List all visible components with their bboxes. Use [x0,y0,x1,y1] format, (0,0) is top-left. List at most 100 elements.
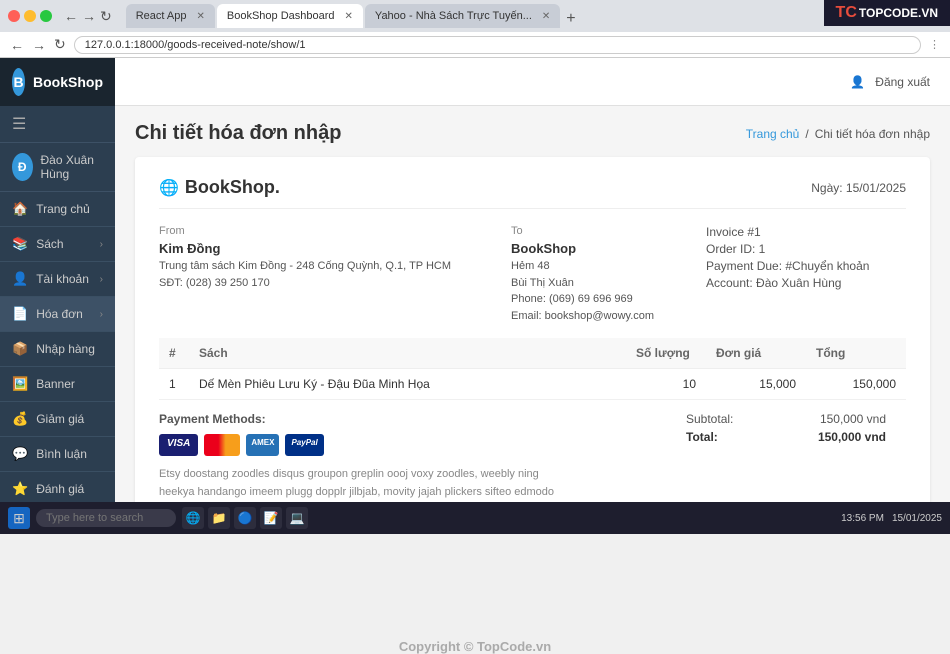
topcode-logo: TC TOPCODE.VN [824,0,950,26]
comment-icon: 💬 [12,446,28,462]
brand-name: BookShop. [185,177,280,198]
row-total: 150,000 [806,369,906,400]
paypal-card: PayPal [285,434,323,456]
row-quantity: 10 [626,369,706,400]
new-tab-button[interactable]: + [566,10,575,28]
tab-close-icon[interactable]: ✕ [542,11,550,22]
hamburger-button[interactable]: ☰ [0,106,115,143]
table-row: 1 Dế Mèn Phiêu Lưu Ký - Đậu Đũa Minh Họa… [159,369,906,400]
col-header-tong: Tổng [806,338,906,369]
payment-due: Payment Due: #Chuyển khoản [706,259,906,273]
taskbar-date: 15/01/2025 [892,513,942,524]
maximize-button[interactable] [40,10,52,22]
sidebar-item-trang-chu[interactable]: 🏠 Trang chủ [0,192,115,227]
tab-close-icon[interactable]: ✕ [345,11,353,22]
logout-button[interactable]: Đăng xuất [875,75,930,89]
user-icon: 👤 [12,271,28,287]
mastercard-card [204,434,240,456]
sidebar-nav: 🏠 Trang chủ 📚 Sách › 👤 Tài khoản › [0,192,115,502]
col-header-num: # [159,338,189,369]
row-name: Dế Mèn Phiêu Lưu Ký - Đậu Đũa Minh Họa [189,369,626,400]
to-person: Bùi Thị Xuân [511,275,691,292]
to-phone: Phone: (069) 69 696 969 [511,291,691,308]
sidebar-header: B BookShop [0,58,115,106]
back-button[interactable]: ← [64,8,78,24]
invoice-brand: 🌐 BookShop. [159,177,280,198]
to-section: To BookShop Hẻm 48 Bùi Thị Xuân Phone: (… [511,225,691,324]
nav-label: Hóa đơn [36,307,83,321]
discount-icon: 💰 [12,411,28,427]
invoice-icon: 📄 [12,306,28,322]
subtotal-value: 150,000 vnd [820,412,886,426]
taskbar-icon-3[interactable]: 🔵 [234,507,256,529]
tab-label: React App [136,10,187,22]
tab-label: Yahoo - Nhà Sách Trực Tuyến... [375,10,532,22]
addr-forward-button[interactable]: → [32,37,46,53]
sidebar-item-binh-luan[interactable]: 💬 Bình luận [0,437,115,472]
totals-section: Subtotal: 150,000 vnd Total: 150,000 vnd [686,412,906,444]
payment-section: Payment Methods: VISA AMEX PayPal Etsy d… [159,412,686,502]
sidebar-item-sach[interactable]: 📚 Sách › [0,227,115,262]
user-icon: 👤 [850,75,865,89]
star-icon: ⭐ [12,481,28,497]
taskbar-search[interactable] [36,509,176,527]
refresh-button[interactable]: ↻ [100,8,112,25]
nav-label: Bình luận [36,447,87,461]
globe-icon: 🌐 [159,178,179,198]
taskbar-icon-2[interactable]: 📁 [208,507,230,529]
nav-label: Nhập hàng [36,342,95,356]
invoice-info: Invoice #1 Order ID: 1 Payment Due: #Chu… [706,225,906,324]
home-icon: 🏠 [12,201,28,217]
taskbar-right: 13:56 PM 15/01/2025 [841,513,942,524]
taskbar-icon-5[interactable]: 💻 [286,507,308,529]
breadcrumb-current: Chi tiết hóa đơn nhập [815,127,930,141]
tab-react[interactable]: React App ✕ [126,4,215,28]
chevron-right-icon: › [100,309,103,320]
from-phone: SĐT: (028) 39 250 170 [159,275,451,292]
lorem-text: Etsy doostang zoodles disqus groupon gre… [159,466,559,502]
taskbar-icon-1[interactable]: 🌐 [182,507,204,529]
total-value: 150,000 vnd [818,430,886,444]
breadcrumb-home[interactable]: Trang chủ [746,127,800,141]
taskbar-icon-4[interactable]: 📝 [260,507,282,529]
to-name: BookShop [511,241,691,256]
from-section: From Kim Đồng Trung tâm sách Kim Đồng - … [159,225,451,324]
sidebar-logo: B [12,68,25,96]
image-icon: 🖼️ [12,376,28,392]
sidebar-title: BookShop [33,74,103,90]
close-button[interactable] [8,10,20,22]
sidebar-item-nhap-hang[interactable]: 📦 Nhập hàng [0,332,115,367]
to-label: To [511,225,691,237]
start-button[interactable]: ⊞ [8,507,30,529]
package-icon: 📦 [12,341,28,357]
from-label: From [159,225,451,237]
invoice-date: Ngày: 15/01/2025 [811,181,906,195]
address-bar[interactable] [74,36,921,54]
to-email: Email: bookshop@wowy.com [511,308,691,325]
addr-refresh-button[interactable]: ↻ [54,36,66,53]
addr-back-button[interactable]: ← [10,37,24,53]
row-unit-price: 15,000 [706,369,806,400]
nav-label: Đánh giá [36,482,84,496]
nav-label: Banner [36,377,75,391]
sidebar-item-hoa-don[interactable]: 📄 Hóa đơn › [0,297,115,332]
topbar: 👤 Đăng xuất [115,58,950,106]
sidebar-item-banner[interactable]: 🖼️ Banner [0,367,115,402]
sidebar-item-danh-gia[interactable]: ⭐ Đánh giá [0,472,115,502]
sidebar-item-tai-khoan[interactable]: 👤 Tài khoản › [0,262,115,297]
payment-methods-label: Payment Methods: [159,412,686,426]
taskbar-icons: 🌐 📁 🔵 📝 💻 [182,507,308,529]
account: Account: Đào Xuân Hùng [706,276,906,290]
sidebar-item-giam-gia[interactable]: 💰 Giảm giá [0,402,115,437]
to-address: Hẻm 48 [511,258,691,275]
tab-bookshop[interactable]: BookShop Dashboard ✕ [217,4,363,28]
tab-close-icon[interactable]: ✕ [197,11,205,22]
username-label: Đào Xuân Hùng [41,153,104,181]
taskbar: ⊞ 🌐 📁 🔵 📝 💻 13:56 PM 15/01/2025 [0,502,950,534]
forward-button[interactable]: → [82,8,96,24]
taskbar-time: 13:56 PM [841,513,884,524]
minimize-button[interactable] [24,10,36,22]
parties-left: From Kim Đồng Trung tâm sách Kim Đồng - … [159,225,691,324]
from-name: Kim Đồng [159,241,451,256]
tab-yahoo[interactable]: Yahoo - Nhà Sách Trực Tuyến... ✕ [365,4,560,28]
